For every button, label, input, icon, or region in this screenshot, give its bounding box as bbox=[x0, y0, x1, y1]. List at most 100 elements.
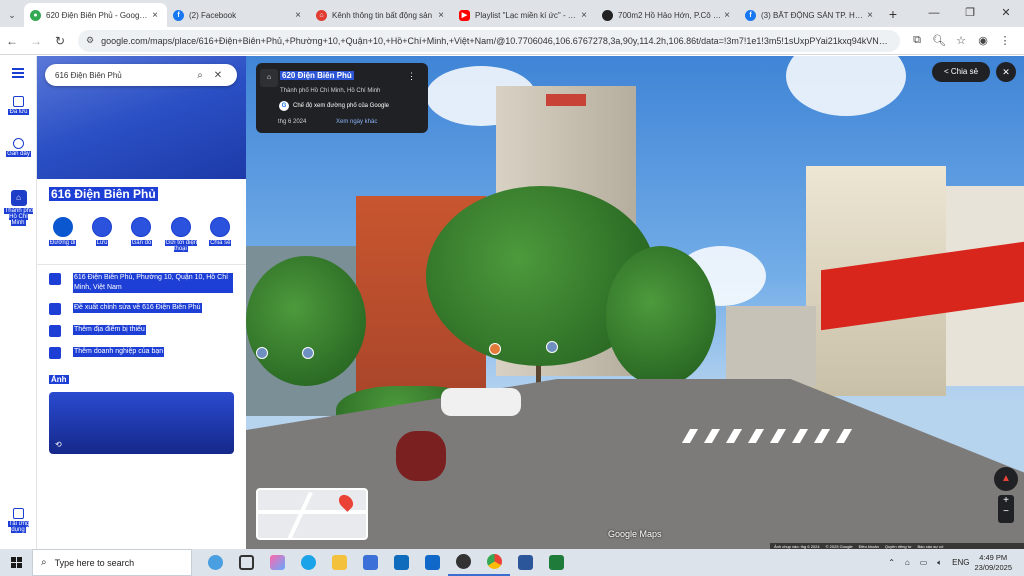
clear-search-icon[interactable]: ✕ bbox=[209, 70, 227, 81]
location-pin-icon bbox=[336, 492, 356, 512]
clock[interactable]: 4:49 PM 23/09/2025 bbox=[974, 553, 1012, 573]
see-other-dates-link[interactable]: Xem ngày khác bbox=[336, 119, 377, 125]
bookmark-icon bbox=[92, 217, 113, 237]
place-panel: 616 Điện Biên Phủ ⌕ ✕ 616 Điện Biên Phủ … bbox=[37, 56, 246, 549]
compass-icon[interactable]: ▲ bbox=[994, 467, 1018, 491]
zoom-icon[interactable]: 🔍︎ bbox=[928, 34, 950, 47]
taskbar-search[interactable]: ⌕ Type here to search bbox=[32, 549, 192, 576]
close-icon[interactable]: × bbox=[149, 10, 161, 21]
add-missing-place-link[interactable]: Thêm địa điểm bị thiếu bbox=[73, 325, 146, 335]
close-icon[interactable]: × bbox=[864, 10, 876, 21]
suggest-edit-link[interactable]: Đề xuất chỉnh sửa về 616 Điện Biên Phủ bbox=[73, 303, 202, 313]
chrome-icon[interactable] bbox=[479, 549, 510, 576]
tree-canopy bbox=[246, 256, 366, 386]
show-hidden-icons-icon[interactable]: ⌃ bbox=[888, 558, 895, 567]
task-view-icon[interactable] bbox=[231, 549, 262, 576]
menu-icon[interactable] bbox=[12, 68, 24, 80]
close-street-view-button[interactable]: ✕ bbox=[996, 62, 1016, 82]
directions-button[interactable]: Đường đi bbox=[45, 217, 81, 252]
address-bar[interactable]: ⚙ google.com/maps/place/616+Điện+Biên+Ph… bbox=[78, 29, 900, 52]
send-to-phone-button[interactable]: Gửi tới điện thoại bbox=[163, 217, 199, 252]
suggest-edit-row[interactable]: Đề xuất chỉnh sửa về 616 Điện Biên Phủ bbox=[49, 303, 246, 315]
rail-recent-label: Gần đây bbox=[6, 151, 31, 157]
volume-icon[interactable]: 🔈︎ bbox=[937, 558, 942, 568]
windows-logo-icon bbox=[10, 557, 22, 568]
address-row[interactable]: 616 Điện Biên Phủ, Phường 10, Quận 10, H… bbox=[49, 273, 246, 293]
profile-icon[interactable]: ◉ bbox=[972, 34, 994, 47]
close-icon[interactable]: × bbox=[435, 10, 447, 21]
maps-search-box[interactable]: 616 Điện Biên Phủ ⌕ ✕ bbox=[45, 64, 237, 86]
restore-icon[interactable]: ❐ bbox=[952, 0, 988, 27]
tab-batdongsan[interactable]: ⌂ Kênh thông tin bất động sản × bbox=[310, 3, 453, 27]
tab-listing[interactable]: 700m2 Hồ Hảo Hớn, P.Cô Gia × bbox=[596, 3, 739, 27]
language-indicator[interactable]: ENG bbox=[952, 558, 969, 567]
store-icon[interactable] bbox=[355, 549, 386, 576]
taskbar-search-placeholder: Type here to search bbox=[54, 557, 135, 568]
search-icon[interactable]: ⌕ bbox=[191, 70, 209, 81]
word-icon[interactable] bbox=[510, 549, 541, 576]
street-view-marker[interactable] bbox=[489, 343, 501, 355]
save-button[interactable]: Lưu bbox=[84, 217, 120, 252]
close-icon[interactable]: × bbox=[292, 10, 304, 21]
widgets-icon[interactable] bbox=[200, 549, 231, 576]
street-view-marker[interactable] bbox=[256, 347, 268, 359]
copilot-icon[interactable] bbox=[262, 549, 293, 576]
search-input[interactable]: 616 Điện Biên Phủ bbox=[55, 71, 191, 80]
street-view-toggle[interactable]: G Chế độ xem đường phố của Google bbox=[279, 101, 389, 111]
outlook-new-icon[interactable] bbox=[417, 549, 448, 576]
site-info-icon[interactable]: ⚙ bbox=[86, 35, 94, 46]
place-hero-photo[interactable]: 616 Điện Biên Phủ ⌕ ✕ bbox=[37, 56, 246, 179]
file-explorer-icon[interactable] bbox=[324, 549, 355, 576]
tab-google-maps[interactable]: ● 620 Điện Biên Phủ - Google M × bbox=[24, 3, 167, 27]
zoom-in-button[interactable]: + bbox=[998, 495, 1014, 506]
close-window-icon[interactable]: ✕ bbox=[988, 0, 1024, 27]
mini-map[interactable] bbox=[256, 488, 368, 540]
battery-icon[interactable]: ▭ bbox=[920, 558, 928, 567]
bookmark-star-icon[interactable]: ☆ bbox=[950, 34, 972, 47]
tab-search-icon[interactable]: ⌄ bbox=[0, 3, 24, 27]
outlook-icon[interactable] bbox=[386, 549, 417, 576]
minimize-icon[interactable]: — bbox=[916, 0, 952, 27]
sv-city: Thành phố Hồ Chí Minh, Hồ Chí Minh bbox=[280, 88, 381, 94]
rail-city[interactable]: ⌂ Thành phố Hồ Chí Minh bbox=[0, 190, 37, 226]
zoom-out-button[interactable]: − bbox=[998, 506, 1014, 517]
city-thumbnail-icon: ⌂ bbox=[10, 190, 27, 206]
sv-capture-date: thg 6 2024 bbox=[278, 119, 307, 125]
reload-icon[interactable]: ↻ bbox=[48, 34, 72, 48]
rail-recent[interactable]: Gần đây bbox=[0, 138, 37, 157]
close-icon[interactable]: × bbox=[721, 10, 733, 21]
menu-dots-icon[interactable]: ⋮ bbox=[994, 34, 1016, 47]
share-street-view-button[interactable]: < Chia sẻ bbox=[932, 62, 990, 82]
maps-rail: Đã lưu Gần đây ⌂ Thành phố Hồ Chí Minh T… bbox=[0, 56, 37, 549]
street-view-marker[interactable] bbox=[302, 347, 314, 359]
add-business-link[interactable]: Thêm doanh nghiệp của bạn bbox=[73, 347, 165, 357]
install-app-icon[interactable]: ⧉ bbox=[906, 34, 928, 47]
edge-icon[interactable] bbox=[293, 549, 324, 576]
street-view-marker[interactable] bbox=[546, 341, 558, 353]
photos-heading: Ảnh bbox=[49, 375, 69, 384]
photo-thumbnail[interactable]: ⟲ bbox=[49, 392, 234, 454]
forward-icon[interactable]: → bbox=[24, 34, 48, 48]
messenger-icon[interactable] bbox=[448, 549, 479, 576]
share-button[interactable]: Chia sẻ bbox=[202, 217, 238, 252]
rail-saved[interactable]: Đã lưu bbox=[0, 96, 37, 115]
close-icon[interactable]: × bbox=[578, 10, 590, 21]
app-icon[interactable] bbox=[541, 549, 572, 576]
add-missing-place-row[interactable]: Thêm địa điểm bị thiếu bbox=[49, 325, 246, 337]
more-options-icon[interactable]: ⋮ bbox=[407, 71, 416, 82]
rail-get-app[interactable]: Tải ứng dụng bbox=[0, 508, 37, 533]
tab-facebook[interactable]: f (2) Facebook × bbox=[167, 3, 310, 27]
start-button[interactable] bbox=[0, 549, 32, 576]
google-logo-icon: G bbox=[279, 101, 289, 111]
tab-facebook-bds[interactable]: f (3) BẤT ĐỘNG SẢN TP. HỒ C × bbox=[739, 3, 882, 27]
tree-canopy bbox=[606, 246, 716, 386]
action-label: Gửi tới điện thoại bbox=[164, 240, 198, 252]
new-tab-button[interactable]: + bbox=[882, 6, 904, 22]
nearby-button[interactable]: Gần đó bbox=[123, 217, 159, 252]
back-icon[interactable]: ← bbox=[0, 34, 24, 48]
tab-youtube[interactable]: ▶ Playlist "Lạc miền kí ức" - You × bbox=[453, 3, 596, 27]
back-arrow-icon[interactable]: ⌂ bbox=[260, 69, 278, 87]
network-icon[interactable]: ⌂ bbox=[905, 558, 910, 567]
add-business-row[interactable]: Thêm doanh nghiệp của bạn bbox=[49, 347, 246, 359]
clock-date: 23/09/2025 bbox=[974, 562, 1012, 572]
